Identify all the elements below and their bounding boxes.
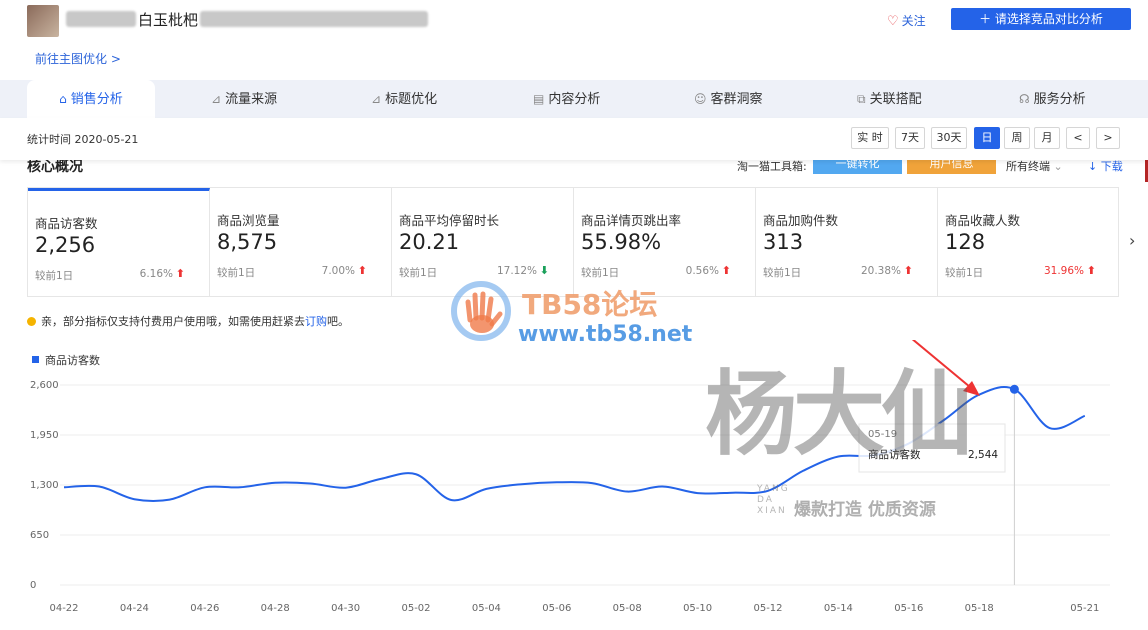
tab-sales-analysis[interactable]: ⌂ 销售分析 <box>27 80 155 118</box>
shop-icon: ⌂ <box>59 92 67 106</box>
prev-day-button[interactable]: < <box>1066 127 1090 149</box>
time-day-button[interactable]: 日 <box>974 127 1000 149</box>
y-tick-label: 1,950 <box>30 430 59 441</box>
download-link[interactable]: ↓ 下载 <box>1088 158 1123 174</box>
x-tick-label: 04-26 <box>190 603 219 614</box>
metric-cards: 商品访客数 2,256 较前1日 6.16% ⬆ 商品浏览量 8,575 较前1… <box>27 187 1119 297</box>
legend-swatch <box>32 356 39 363</box>
x-tick-label: 05-06 <box>542 603 571 614</box>
x-tick-label: 05-02 <box>401 603 430 614</box>
follow-label: 关注 <box>901 14 926 28</box>
heart-icon: ♡ <box>887 14 899 29</box>
follow-button[interactable]: ♡ 关注 <box>887 12 926 29</box>
time-filter-bar: 统计时间 2020-05-21 实 时 7天 30天 日 周 月 < > <box>0 118 1148 160</box>
x-tick-label: 05-12 <box>753 603 782 614</box>
subscribe-link[interactable]: 订购 <box>305 315 327 328</box>
visitor-line-chart[interactable]: 2,600 1,950 1,300 650 0 04-22 04-24 04-26 04-28… <box>0 340 1148 630</box>
paid-feature-notice: 亲，部分指标仅支持付费用户使用哦，如需使用赶紧去订购吧。 <box>27 313 349 329</box>
y-tick-label: 0 <box>30 580 36 591</box>
metric-card-favorites[interactable]: 商品收藏人数 128 较前1日 31.96% ⬆ <box>938 188 1120 296</box>
headset-icon: ☊ <box>1019 92 1030 106</box>
x-tick-label: 05-14 <box>824 603 853 614</box>
watermark-title: TB58论坛 <box>522 288 658 321</box>
y-tick-label: 2,600 <box>30 380 59 391</box>
next-day-button[interactable]: > <box>1096 127 1120 149</box>
x-tick-label: 05-16 <box>894 603 923 614</box>
x-tick-label: 04-24 <box>120 603 149 614</box>
time-7d-button[interactable]: 7天 <box>895 127 925 149</box>
time-week-button[interactable]: 周 <box>1004 127 1030 149</box>
x-tick-label: 05-10 <box>683 603 712 614</box>
tab-customer-insight[interactable]: ☺ 客群洞察 <box>694 80 763 118</box>
x-tick-label: 04-28 <box>261 603 290 614</box>
product-title: 白玉枇杷 <box>138 11 199 29</box>
x-tick-label: 05-04 <box>472 603 501 614</box>
tab-bar: ⌂ 销售分析 ⊿ 流量来源 ⊿ 标题优化 ▤ 内容分析 ☺ 客群洞察 ⧉ 关联搭配 ☊ 服务分… <box>0 80 1148 118</box>
arrow-down-icon: ⬇ <box>539 264 549 277</box>
arrow-up-icon: ⬆ <box>903 264 913 277</box>
chevron-right-icon[interactable]: › <box>1129 231 1135 250</box>
top-bar: 白玉枇杷 前往主图优化 > ♡ 关注 ＋ 请选择竞品对比分析 <box>0 0 1148 80</box>
blurred-text <box>66 11 136 27</box>
arrow-up-icon: ⬆ <box>721 264 731 277</box>
metric-card-pageviews[interactable]: 商品浏览量 8,575 较前1日 7.00% ⬆ <box>210 188 392 296</box>
x-tick-label: 05-08 <box>613 603 642 614</box>
select-competitor-button[interactable]: ＋ 请选择竞品对比分析 <box>951 8 1131 30</box>
x-axis-ticks: 04-22 04-24 04-26 04-28 04-30 05-02 05-04 05-06… <box>49 603 1099 614</box>
arrow-up-icon: ⬆ <box>357 264 367 277</box>
legend-label: 商品访客数 <box>45 353 100 367</box>
go-main-image-optimize-link[interactable]: 前往主图优化 > <box>35 50 121 67</box>
link-icon: ⧉ <box>857 92 866 106</box>
x-tick-label: 04-30 <box>331 603 360 614</box>
tab-content-analysis[interactable]: ▤ 内容分析 <box>533 80 600 118</box>
tab-service-analysis[interactable]: ☊ 服务分析 <box>1019 80 1086 118</box>
y-tick-label: 1,300 <box>30 480 59 491</box>
arrow-up-icon: ⬆ <box>175 267 185 280</box>
arrow-up-icon: ⬆ <box>1086 264 1096 277</box>
toolbox-label: 淘一猫工具箱: <box>737 160 807 173</box>
tab-traffic-source[interactable]: ⊿ 流量来源 <box>211 80 277 118</box>
blurred-text <box>200 11 428 27</box>
product-thumbnail[interactable] <box>27 5 59 37</box>
line-chart-icon: ⊿ <box>371 92 382 106</box>
x-tick-label: 05-21 <box>1070 603 1099 614</box>
watermark-brand: 杨大仙 <box>705 360 973 468</box>
tab-title-optimize[interactable]: ⊿ 标题优化 <box>371 80 437 118</box>
time-30d-button[interactable]: 30天 <box>931 127 967 149</box>
x-tick-label: 04-22 <box>49 603 78 614</box>
warning-icon <box>27 317 36 326</box>
line-chart-icon: ⊿ <box>211 92 222 106</box>
watermark-slogan: 爆款打造 优质资源 <box>794 500 936 520</box>
hover-point <box>1009 384 1019 394</box>
terminal-select[interactable]: 所有终端 ⌄ <box>1006 158 1063 174</box>
document-icon: ▤ <box>533 92 545 106</box>
time-realtime-button[interactable]: 实 时 <box>851 127 889 149</box>
x-tick-label: 05-18 <box>965 603 994 614</box>
metric-card-add-to-cart[interactable]: 商品加购件数 313 较前1日 20.38% ⬆ <box>756 188 938 296</box>
time-month-button[interactable]: 月 <box>1034 127 1060 149</box>
tab-related-match[interactable]: ⧉ 关联搭配 <box>857 80 922 118</box>
hand-logo-icon <box>451 281 511 341</box>
watermark-url: www.tb58.net <box>518 322 693 347</box>
metric-card-bounce-rate[interactable]: 商品详情页跳出率 55.98% 较前1日 0.56% ⬆ <box>574 188 756 296</box>
y-tick-label: 650 <box>30 530 49 541</box>
metric-card-visitors[interactable]: 商品访客数 2,256 较前1日 6.16% ⬆ <box>28 188 210 296</box>
stat-time: 统计时间 2020-05-21 <box>27 133 139 146</box>
users-icon: ☺ <box>694 92 707 106</box>
y-axis-ticks: 2,600 1,950 1,300 650 0 <box>30 380 59 591</box>
chevron-down-icon: ⌄ <box>1053 160 1063 173</box>
tooltip-value: 2,544 <box>968 449 998 461</box>
watermark-brand-en: YANG DA XIAN <box>757 484 790 516</box>
